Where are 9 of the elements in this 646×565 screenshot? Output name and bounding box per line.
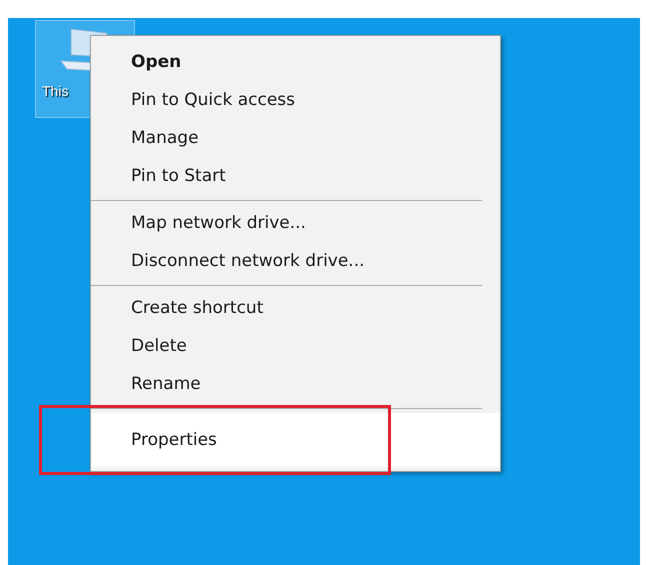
menu-item[interactable]: Manage [91,120,500,158]
menu-item[interactable]: Properties [91,413,500,467]
menu-item[interactable]: Disconnect network drive... [91,243,500,281]
menu-item[interactable]: Pin to Start [91,158,500,196]
menu-item[interactable]: Map network drive... [91,205,500,243]
menu-item[interactable]: Create shortcut [91,290,500,328]
icon-label: This [42,82,68,101]
menu-item[interactable]: Rename [91,366,500,404]
menu-item[interactable]: Delete [91,328,500,366]
